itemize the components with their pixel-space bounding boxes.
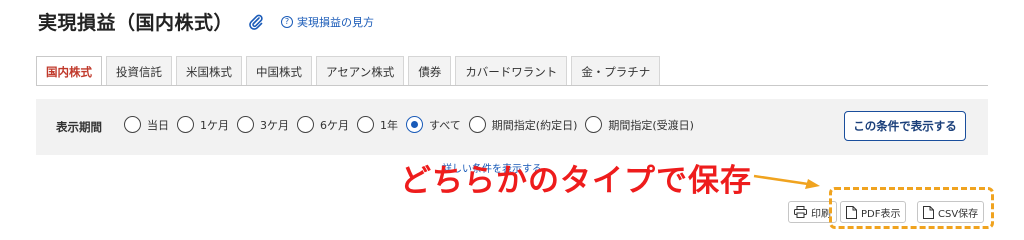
period-option-trade-date[interactable]: 期間指定(約定日): [468, 116, 578, 133]
option-label: すべて: [429, 118, 461, 132]
tab-asean-stocks[interactable]: アセアン株式: [316, 56, 405, 86]
option-label: 期間指定(受渡日): [608, 118, 694, 132]
printer-icon: [794, 206, 807, 218]
question-circle-icon: ?: [281, 15, 294, 28]
tab-gold-platinum[interactable]: 金・プラチナ: [571, 56, 661, 86]
period-option-all[interactable]: すべて: [406, 116, 461, 133]
page-title: 実現損益（国内株式）: [38, 12, 234, 34]
tab-bar: 国内株式 投資信託 米国株式 中国株式 アセアン株式 債券 カバードワラント 金…: [36, 56, 664, 86]
period-options: 当日 1ケ月 3ケ月 6ケ月 1年 すべて 期間指定(約定日) 期間指定(受渡日…: [124, 116, 702, 133]
option-label: 期間指定(約定日): [491, 118, 578, 132]
period-option-6months[interactable]: 6ケ月: [297, 116, 349, 133]
option-label: 6ケ月: [320, 118, 349, 132]
radio-icon[interactable]: [357, 116, 374, 133]
period-option-1year[interactable]: 1年: [357, 116, 398, 133]
radio-icon[interactable]: [468, 116, 486, 133]
radio-checked-icon[interactable]: [406, 116, 423, 133]
period-option-3months[interactable]: 3ケ月: [237, 116, 289, 133]
option-label: 1年: [380, 118, 398, 132]
highlight-box: [829, 187, 994, 229]
tab-investment-trusts[interactable]: 投資信託: [106, 56, 172, 86]
radio-icon[interactable]: [585, 116, 603, 133]
help-link-label: 実現損益の見方: [297, 15, 375, 29]
radio-icon[interactable]: [124, 116, 141, 133]
option-label: 3ケ月: [260, 118, 289, 132]
filter-panel: 表示期間 当日 1ケ月 3ケ月 6ケ月 1年 すべて 期間指定(約定日) 期間指…: [36, 99, 988, 155]
option-label: 1ケ月: [200, 118, 229, 132]
print-label: 印刷: [811, 208, 831, 220]
tab-bonds[interactable]: 債券: [408, 56, 452, 86]
radio-icon[interactable]: [297, 116, 314, 133]
period-label: 表示期間: [56, 120, 102, 134]
apply-filter-button[interactable]: この条件で表示する: [844, 111, 966, 141]
tab-covered-warrants[interactable]: カバードワラント: [455, 56, 568, 86]
period-option-settlement-date[interactable]: 期間指定(受渡日): [585, 116, 694, 133]
paperclip-icon[interactable]: [247, 13, 265, 31]
title-row: 実現損益（国内株式） ? 実現損益の見方: [38, 8, 374, 35]
help-link[interactable]: ? 実現損益の見方: [281, 14, 374, 30]
annotation-text: どちらかのタイプで保存: [400, 163, 752, 199]
tab-china-stocks[interactable]: 中国株式: [246, 56, 312, 86]
period-option-today[interactable]: 当日: [124, 116, 169, 133]
arrow-icon: [753, 174, 820, 189]
tab-divider: [36, 85, 988, 86]
tab-us-stocks[interactable]: 米国株式: [176, 56, 242, 86]
radio-icon[interactable]: [237, 116, 254, 133]
radio-icon[interactable]: [177, 116, 194, 133]
period-option-1month[interactable]: 1ケ月: [177, 116, 229, 133]
tab-domestic-stocks[interactable]: 国内株式: [36, 56, 102, 86]
option-label: 当日: [147, 118, 169, 132]
